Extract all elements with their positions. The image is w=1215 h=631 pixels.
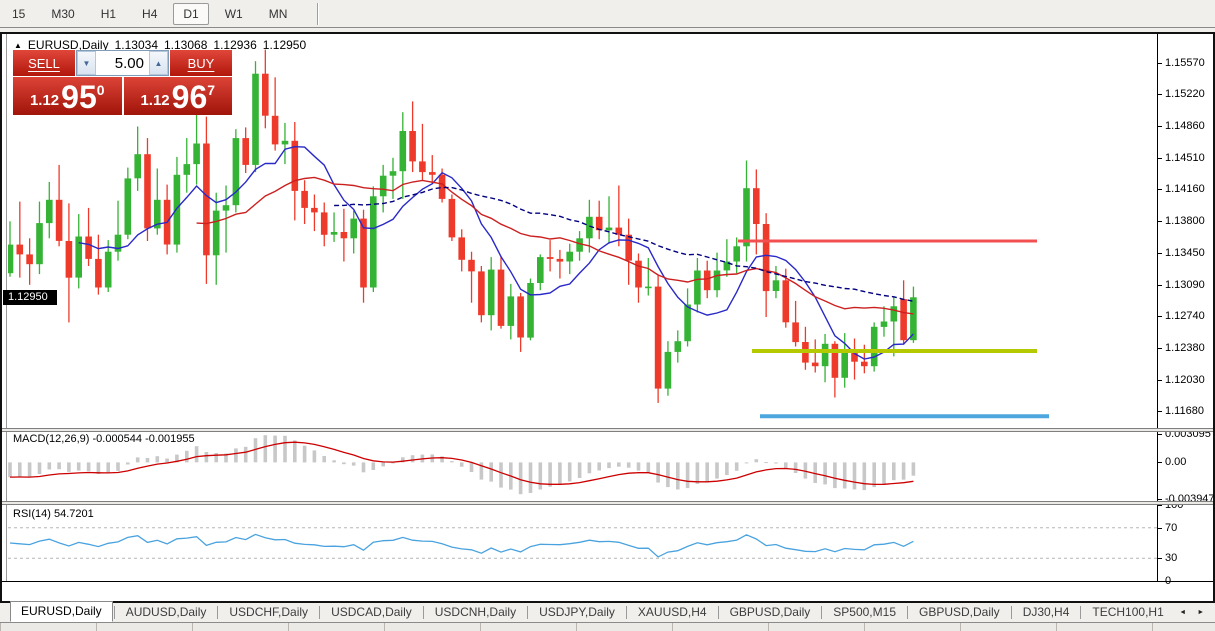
- axis-tick: [1158, 126, 1162, 127]
- tab-separator: [1011, 606, 1012, 619]
- axis-tick: [1158, 316, 1162, 317]
- toolbar-separator: [317, 3, 319, 25]
- tab-eurusd-daily[interactable]: EURUSD,Daily: [10, 601, 113, 622]
- rsi-levels: [8, 528, 1157, 558]
- tab-separator: [217, 606, 218, 619]
- tab-audusd-daily[interactable]: AUDUSD,Daily: [116, 603, 217, 622]
- axis-tick: [1158, 63, 1162, 64]
- tab-separator: [626, 606, 627, 619]
- tab-usdcnh-daily[interactable]: USDCNH,Daily: [425, 603, 526, 622]
- tab-gbpusd-daily[interactable]: GBPUSD,Daily: [909, 603, 1010, 622]
- price-axis: 1.15570 1.15220 1.14860 1.14510 1.14160 1.138…: [1157, 34, 1213, 581]
- price-axis-label: 1.13800: [1165, 215, 1205, 227]
- axis-tick: [1158, 158, 1162, 159]
- tab-separator: [527, 606, 528, 619]
- ohlc-close: 1.12950: [263, 38, 306, 52]
- pane-separator-macd[interactable]: [2, 428, 1213, 432]
- axis-tick: [1158, 462, 1162, 463]
- price-axis-label: 1.15220: [1165, 88, 1205, 100]
- tab-dj30-h4[interactable]: DJ30,H4: [1013, 603, 1080, 622]
- macd-axis-label: 0.00: [1165, 456, 1186, 468]
- rsi-axis-label: 0: [1165, 575, 1171, 587]
- rsi-axis-label: 30: [1165, 552, 1177, 564]
- price-axis-label: 1.12030: [1165, 374, 1205, 386]
- sell-price[interactable]: 1.12 95 0: [13, 77, 122, 115]
- price-axis-label: 1.14160: [1165, 183, 1205, 195]
- tab-separator: [1080, 606, 1081, 619]
- axis-tick: [1158, 348, 1162, 349]
- axis-tick: [1158, 380, 1162, 381]
- tab-xauusd-h4[interactable]: XAUUSD,H4: [628, 603, 717, 622]
- symbol-tabs: EURUSD,DailyAUDUSD,DailyUSDCHF,DailyUSDC…: [0, 603, 1215, 622]
- axis-tick: [1158, 253, 1162, 254]
- rsi-line: [10, 534, 913, 557]
- tab-sp500-m15[interactable]: SP500,M15: [823, 603, 906, 622]
- price-axis-label: 1.14860: [1165, 120, 1205, 132]
- tab-separator: [907, 606, 908, 619]
- volume-stepper: ▼ ▲: [76, 50, 169, 76]
- symbol-tab-bar: EURUSD,DailyAUDUSD,DailyUSDCHF,DailyUSDC…: [0, 603, 1215, 631]
- tf-button-mn[interactable]: MN: [259, 3, 298, 25]
- price-axis-label: 1.12380: [1165, 342, 1205, 354]
- tab-separator: [114, 606, 115, 619]
- timeframe-toolbar: 15 M30 H1 H4 D1 W1 MN: [0, 0, 1215, 28]
- tab-usdjpy-daily[interactable]: USDJPY,Daily: [529, 603, 625, 622]
- tf-button-w1[interactable]: W1: [215, 3, 253, 25]
- current-price-tag: 1.12950: [3, 290, 57, 305]
- volume-decrease-button[interactable]: ▼: [77, 51, 96, 75]
- tabs-scroll-right-button[interactable]: ►: [1193, 605, 1209, 620]
- axis-tick: [1158, 558, 1162, 559]
- tf-button-h4[interactable]: H4: [132, 3, 167, 25]
- price-axis-label: 1.12740: [1165, 310, 1205, 322]
- rsi-axis-label: 70: [1165, 522, 1177, 534]
- volume-input[interactable]: [96, 51, 149, 75]
- axis-tick: [1158, 505, 1162, 506]
- chart-canvas[interactable]: 1 Dec 201811 Dec 201820 Dec 201829 Dec 2…: [8, 34, 1157, 601]
- tab-separator: [423, 606, 424, 619]
- buy-price[interactable]: 1.12 96 7: [124, 77, 233, 115]
- axis-tick: [1158, 285, 1162, 286]
- axis-tick: [1158, 434, 1162, 435]
- window-left-frame: [4, 34, 7, 601]
- sell-button[interactable]: SELL: [13, 50, 75, 76]
- tab-tech100-h1[interactable]: TECH100,H1: [1082, 603, 1173, 622]
- tab-separator: [718, 606, 719, 619]
- price-axis-label: 1.14510: [1165, 152, 1205, 164]
- tf-button-m30[interactable]: M30: [41, 3, 84, 25]
- price-axis-label: 1.15570: [1165, 57, 1205, 69]
- one-click-trading-panel: SELL ▼ ▲ BUY 1.12 95 0 1.12: [13, 50, 232, 115]
- pane-separator-rsi[interactable]: [2, 501, 1213, 505]
- axis-tick: [1158, 189, 1162, 190]
- tab-gbpusd-daily[interactable]: GBPUSD,Daily: [720, 603, 821, 622]
- axis-tick: [1158, 581, 1162, 582]
- price-axis-label: 1.11680: [1165, 405, 1204, 417]
- tab-separator: [821, 606, 822, 619]
- axis-tick: [1158, 221, 1162, 222]
- volume-increase-button[interactable]: ▲: [149, 51, 168, 75]
- axis-tick: [1158, 411, 1162, 412]
- buy-button[interactable]: BUY: [170, 50, 232, 76]
- axis-tick: [1158, 499, 1162, 500]
- rsi-indicator-label: RSI(14) 54.7201: [13, 508, 94, 520]
- tab-separator: [319, 606, 320, 619]
- tab-bar-groove: [0, 622, 1215, 631]
- axis-tick: [1158, 528, 1162, 529]
- collapse-panel-icon[interactable]: ▲: [14, 41, 22, 50]
- macd-indicator-label: MACD(12,26,9) -0.000544 -0.001955: [13, 433, 195, 445]
- axis-tick: [1158, 94, 1162, 95]
- price-axis-label: 1.13450: [1165, 247, 1205, 259]
- tab-usdcad-daily[interactable]: USDCAD,Daily: [321, 603, 422, 622]
- tf-button-h1[interactable]: H1: [91, 3, 126, 25]
- trading-terminal: 15 M30 H1 H4 D1 W1 MN 1 Dec 201811 Dec 201820 …: [0, 0, 1215, 631]
- tf-button-15[interactable]: 15: [2, 3, 35, 25]
- date-axis: [2, 581, 1213, 601]
- tabs-scroll-left-button[interactable]: ◄: [1175, 605, 1191, 620]
- tf-button-d1[interactable]: D1: [173, 3, 208, 25]
- price-axis-label: 1.13090: [1165, 279, 1205, 291]
- tab-usdchf-daily[interactable]: USDCHF,Daily: [219, 603, 318, 622]
- chart-window: 1 Dec 201811 Dec 201820 Dec 201829 Dec 2…: [0, 32, 1215, 603]
